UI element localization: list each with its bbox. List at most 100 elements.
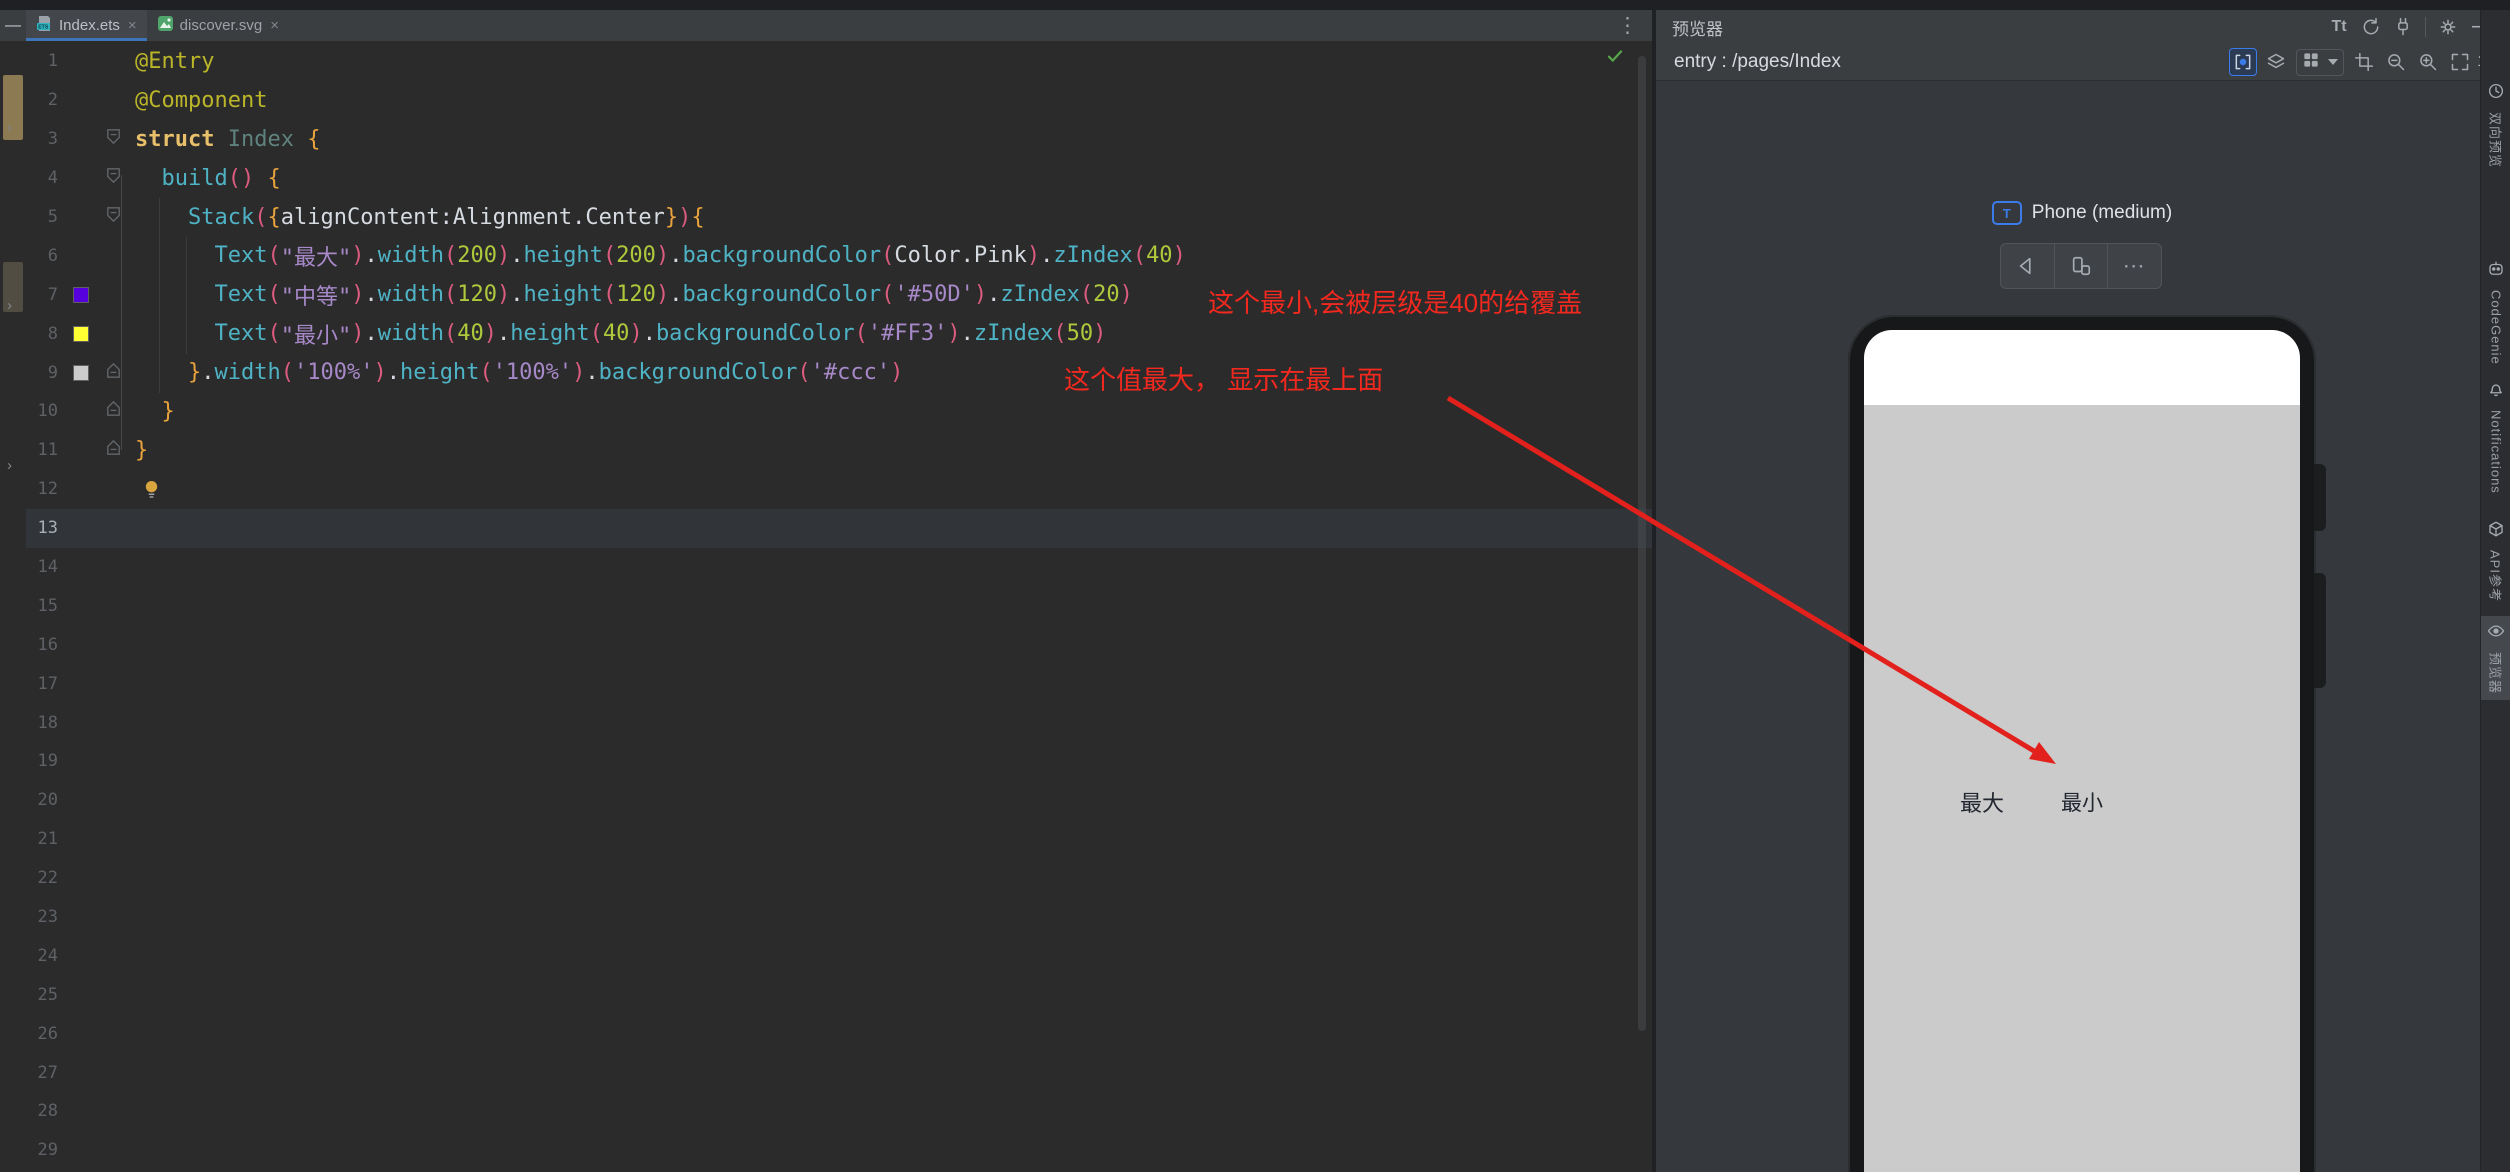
- orientation-icon[interactable]: [2055, 244, 2109, 288]
- tab-discover-svg[interactable]: discover.svg ×: [147, 10, 289, 41]
- code-line[interactable]: 6 Text("最大").width(200).height(200).back…: [26, 236, 1652, 275]
- code-text[interactable]: }.width('100%').height('100%').backgroun…: [128, 360, 903, 385]
- zoom-in-icon[interactable]: [2415, 49, 2441, 75]
- code-line[interactable]: 27: [26, 1053, 1652, 1092]
- code-text[interactable]: }: [128, 438, 148, 463]
- code-text[interactable]: @Entry: [128, 49, 214, 74]
- line-number[interactable]: 25: [26, 985, 64, 1005]
- color-preview-chip[interactable]: [73, 365, 89, 381]
- editor-scrollbar[interactable]: [1638, 56, 1646, 1031]
- line-number[interactable]: 1: [26, 51, 64, 71]
- color-preview-chip[interactable]: [73, 326, 89, 342]
- fit-screen-icon[interactable]: [2447, 49, 2473, 75]
- code-line[interactable]: 21: [26, 820, 1652, 859]
- code-line[interactable]: 28: [26, 1092, 1652, 1131]
- code-text[interactable]: Text("最小").width(40).height(40).backgrou…: [128, 318, 1106, 350]
- code-text[interactable]: build() {: [128, 166, 281, 191]
- code-line[interactable]: 20: [26, 781, 1652, 820]
- code-line[interactable]: 10 }: [26, 392, 1652, 431]
- tool-window-tab-API参考[interactable]: API参考: [2481, 514, 2510, 608]
- line-number[interactable]: 8: [26, 324, 64, 344]
- line-number[interactable]: 26: [26, 1024, 64, 1044]
- code-line[interactable]: 13: [26, 509, 1652, 548]
- stack-background[interactable]: 最大 最小: [1864, 405, 2300, 1172]
- code-line[interactable]: 4 build() {: [26, 159, 1652, 198]
- refresh-icon[interactable]: [2358, 14, 2384, 40]
- tab-index-ets[interactable]: ETS Index.ets ×: [26, 10, 147, 41]
- close-icon[interactable]: ×: [270, 17, 279, 34]
- tab-list-menu-icon[interactable]: ⋮: [1617, 10, 1638, 41]
- code-editor[interactable]: 1 @Entry 2 @Component 3 struct Index { 4 build…: [26, 41, 1652, 1172]
- zoom-out-icon[interactable]: [2383, 49, 2409, 75]
- line-number[interactable]: 17: [26, 674, 64, 694]
- chevron-right-icon[interactable]: ›: [7, 457, 12, 474]
- fold-collapse-icon[interactable]: [104, 438, 123, 462]
- code-line[interactable]: 24: [26, 936, 1652, 975]
- line-number[interactable]: 18: [26, 713, 64, 733]
- line-number[interactable]: 10: [26, 401, 64, 421]
- preview-text-max-box[interactable]: 最大 最小: [1958, 678, 2206, 926]
- line-number[interactable]: 20: [26, 790, 64, 810]
- tool-window-tab-CodeGenie[interactable]: CodeGenie: [2481, 254, 2510, 371]
- code-line[interactable]: 25: [26, 975, 1652, 1014]
- line-number[interactable]: 3: [26, 129, 64, 149]
- intention-bulb-icon[interactable]: [143, 479, 160, 500]
- code-text[interactable]: struct Index {: [128, 127, 320, 152]
- fold-collapse-icon[interactable]: [104, 399, 123, 423]
- code-line[interactable]: 19: [26, 742, 1652, 781]
- line-number[interactable]: 12: [26, 479, 64, 499]
- line-number[interactable]: 24: [26, 946, 64, 966]
- line-number[interactable]: 16: [26, 635, 64, 655]
- code-text[interactable]: }: [128, 399, 175, 424]
- fold-expand-icon[interactable]: [104, 127, 123, 151]
- preview-text-min-box[interactable]: 最小: [2057, 777, 2107, 827]
- code-text[interactable]: [128, 479, 164, 500]
- device-selector[interactable]: T Phone (medium): [1848, 198, 2316, 228]
- code-line[interactable]: 18: [26, 703, 1652, 742]
- code-line[interactable]: 15: [26, 586, 1652, 625]
- tool-window-tab-预览器[interactable]: 预览器: [2481, 616, 2510, 700]
- code-line[interactable]: 1 @Entry: [26, 42, 1652, 81]
- inspect-icon[interactable]: [2229, 48, 2257, 76]
- frame-icon[interactable]: [2351, 49, 2377, 75]
- code-line[interactable]: 23: [26, 898, 1652, 937]
- line-number[interactable]: 19: [26, 751, 64, 771]
- line-number[interactable]: 27: [26, 1063, 64, 1083]
- line-number[interactable]: 6: [26, 246, 64, 266]
- code-line[interactable]: 14: [26, 548, 1652, 587]
- line-number[interactable]: 28: [26, 1101, 64, 1121]
- more-icon[interactable]: ⋯: [2108, 244, 2161, 288]
- chevron-down-icon[interactable]: [2328, 59, 2338, 65]
- line-number[interactable]: 23: [26, 907, 64, 927]
- code-text[interactable]: @Component: [128, 88, 267, 113]
- code-text[interactable]: Stack({alignContent:Alignment.Center}){: [128, 205, 705, 230]
- code-line[interactable]: 8 Text("最小").width(40).height(40).backgr…: [26, 314, 1652, 353]
- grid-icon[interactable]: [2296, 49, 2344, 76]
- fold-expand-icon[interactable]: [104, 205, 123, 229]
- chevron-right-icon[interactable]: ›: [7, 297, 12, 314]
- tool-window-tab-Notifications[interactable]: Notifications: [2481, 374, 2510, 500]
- line-number[interactable]: 22: [26, 868, 64, 888]
- line-number[interactable]: 21: [26, 829, 64, 849]
- line-number[interactable]: 2: [26, 90, 64, 110]
- code-line[interactable]: 12: [26, 470, 1652, 509]
- code-line[interactable]: 9 }.width('100%').height('100%').backgro…: [26, 353, 1652, 392]
- code-line[interactable]: 3 struct Index {: [26, 120, 1652, 159]
- code-text[interactable]: Text("最大").width(200).height(200).backgr…: [128, 240, 1186, 272]
- code-line[interactable]: 5 Stack({alignContent:Alignment.Center})…: [26, 198, 1652, 237]
- code-text[interactable]: Text("中等").width(120).height(120).backgr…: [128, 279, 1133, 311]
- fold-expand-icon[interactable]: [104, 166, 123, 190]
- close-icon[interactable]: ×: [128, 17, 137, 34]
- code-line[interactable]: 29: [26, 1131, 1652, 1170]
- line-number[interactable]: 9: [26, 363, 64, 383]
- tool-window-tab-双向预览[interactable]: 双向预览: [2481, 76, 2510, 174]
- line-number[interactable]: 13: [26, 518, 64, 538]
- line-number[interactable]: 15: [26, 596, 64, 616]
- line-number[interactable]: 29: [26, 1140, 64, 1160]
- code-line[interactable]: 26: [26, 1014, 1652, 1053]
- code-line[interactable]: 2 @Component: [26, 81, 1652, 120]
- layers-icon[interactable]: [2263, 49, 2289, 75]
- chevron-right-icon[interactable]: ›: [7, 119, 12, 136]
- code-line[interactable]: 11}: [26, 431, 1652, 470]
- line-number[interactable]: 7: [26, 285, 64, 305]
